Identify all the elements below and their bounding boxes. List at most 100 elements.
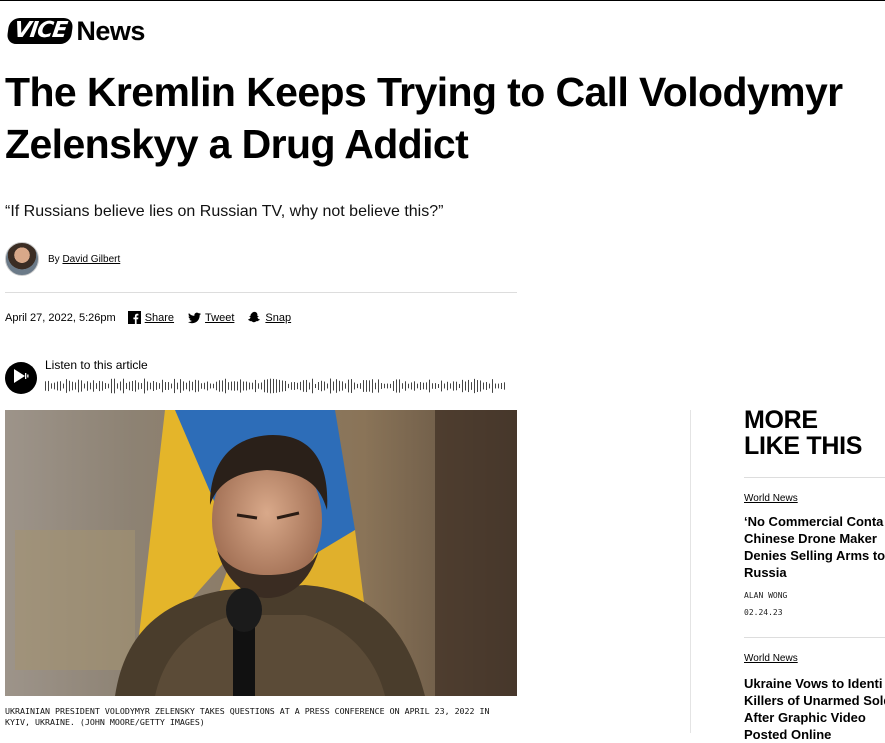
byline-divider [5,292,517,293]
audio-player: Listen to this article [5,358,515,398]
waveform-bar [249,382,250,390]
waveform-bar [246,381,247,391]
waveform-bar [84,383,85,389]
waveform-bar [444,383,445,389]
card-author[interactable]: ALAN WONG [744,591,885,600]
waveform-bar [372,379,373,393]
share-snapchat-button[interactable]: Snap [248,311,291,324]
more-like-this-heading: MORE LIKE THIS [744,407,862,459]
waveform-bar [411,382,412,390]
author-avatar[interactable] [5,242,39,276]
waveform-bar [294,382,295,390]
byline: By David Gilbert [5,242,120,276]
snapchat-icon [248,311,261,324]
waveform-bar [123,378,124,394]
waveform-bar [459,383,460,389]
waveform-bar [156,382,157,390]
play-button[interactable] [5,362,37,394]
related-card[interactable]: World News ‘No Commercial Conta Chinese … [744,493,885,617]
waveform-bar [189,380,190,392]
waveform-bar [354,382,355,390]
card-title-link[interactable]: ‘No Commercial Conta Chinese Drone Maker… [744,513,885,581]
waveform-bar [375,382,376,390]
waveform-bar [144,378,145,394]
waveform-bar [264,379,265,393]
waveform-bar [279,379,280,393]
waveform-bar [261,382,262,390]
waveform-bar [153,380,154,392]
waveform-bar [57,381,58,391]
waveform-bar [117,383,118,389]
waveform-bar [201,383,202,389]
card-category-link[interactable]: World News [744,493,885,504]
waveform-bar [420,382,421,390]
waveform-bar [396,379,397,393]
share-twitter-button[interactable]: Tweet [188,311,234,324]
waveform-bar [441,380,442,392]
waveform-bar [72,381,73,391]
waveform-bar [447,381,448,391]
waveform-bar [474,378,475,394]
waveform-bar [423,382,424,390]
waveform-bar [432,383,433,389]
waveform-bar [486,382,487,390]
waveform-bar [498,383,499,389]
byline-text: By David Gilbert [48,254,120,265]
waveform-bar [111,378,112,394]
facebook-icon [127,311,141,324]
waveform-bar [114,378,115,394]
related-card[interactable]: World News Ukraine Vows to Identi Killer… [744,653,885,743]
waveform-bar [165,382,166,390]
waveform-bar [417,383,418,389]
waveform-bar [108,383,109,389]
waveform-bar [339,380,340,392]
waveform-bar [255,379,256,393]
waveform-bar [333,381,334,391]
waveform-bar [426,382,427,390]
waveform-bar [384,383,385,389]
waveform-bar [270,378,271,394]
waveform-bar [390,383,391,389]
waveform-bar [93,380,94,392]
waveform-bar [99,380,100,392]
share-facebook-button[interactable]: Share [127,311,174,324]
waveform-bar [63,383,64,389]
waveform-bar [177,382,178,390]
waveform-bar [468,379,469,393]
card-category-link[interactable]: World News [744,653,885,664]
waveform-bar [336,379,337,393]
waveform-bar [147,381,148,391]
waveform-bar [273,378,274,394]
waveform-bar [69,380,70,392]
waveform-bar [171,383,172,389]
article-hero-image [5,410,517,696]
waveform-bar [414,381,415,391]
waveform-bar [210,383,211,389]
waveform-bar [462,379,463,393]
vice-news-logo[interactable]: VICE News [6,14,145,48]
waveform-bar [138,382,139,390]
waveform-bar [105,383,106,389]
waveform-bar [489,383,490,389]
author-link[interactable]: David Gilbert [62,254,120,265]
waveform-bar [342,381,343,391]
waveform-bar [228,382,229,390]
waveform-bar [192,381,193,391]
waveform-bar [219,380,220,392]
audio-waveform[interactable] [45,378,507,394]
waveform-bar [45,381,46,391]
vice-logo: VICE [6,18,75,44]
waveform-bar [207,381,208,391]
waveform-bar [363,380,364,392]
waveform-bar [483,382,484,390]
waveform-bar [96,383,97,389]
waveform-bar [276,379,277,393]
waveform-bar [477,380,478,392]
article-headline: The Kremlin Keeps Trying to Call Volodym… [5,69,843,167]
waveform-bar [186,382,187,390]
waveform-bar [78,379,79,393]
waveform-bar [429,379,430,393]
waveform-bar [393,381,394,391]
waveform-bar [297,382,298,390]
waveform-bar [318,382,319,390]
